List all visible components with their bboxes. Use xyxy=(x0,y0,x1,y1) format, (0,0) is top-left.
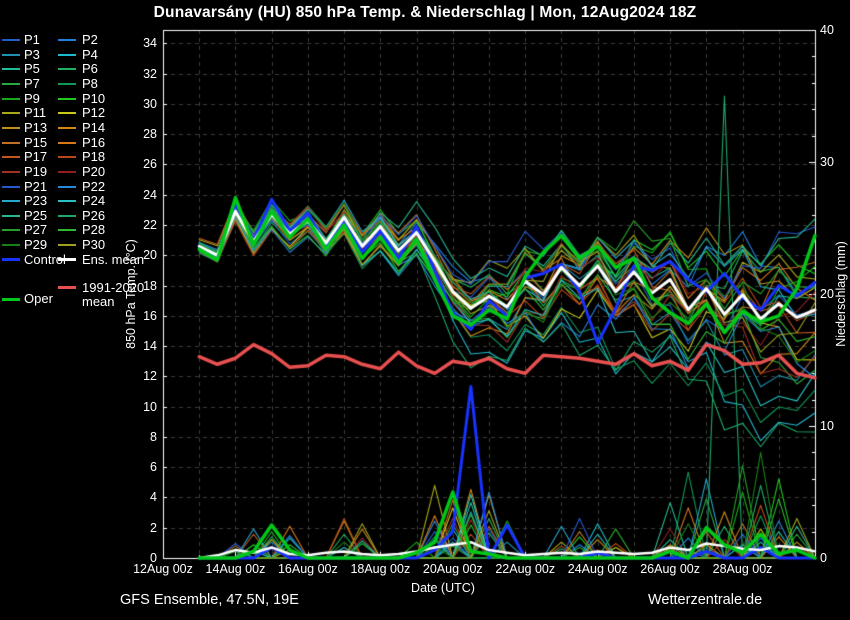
y-left-tick-label: 8 xyxy=(123,430,157,444)
legend-swatch-p21 xyxy=(2,186,20,188)
x-tick-label: 18Aug 00z xyxy=(350,562,410,576)
y-right-tick-label: 0 xyxy=(820,551,827,565)
legend-swatch-control xyxy=(2,258,20,261)
legend-swatch-p30 xyxy=(58,244,76,246)
legend-swatch-p13 xyxy=(2,127,20,129)
x-tick-label: 16Aug 00z xyxy=(278,562,338,576)
legend-label-p15: P15 xyxy=(24,136,47,150)
legend-label-p12: P12 xyxy=(82,106,105,120)
y-left-tick-label: 10 xyxy=(123,400,157,414)
legend-swatch-p29 xyxy=(2,244,20,246)
legend-swatch-p9 xyxy=(2,98,20,100)
y-right-tick-label: 40 xyxy=(820,23,834,37)
y-right-axis-title: Niederschlag (mm) xyxy=(834,241,848,347)
legend-label-p1: P1 xyxy=(24,33,40,47)
legend-swatch-p8 xyxy=(58,83,76,85)
footer-brand: Wetterzentrale.de xyxy=(648,592,762,608)
legend-label-p18: P18 xyxy=(82,150,105,164)
y-left-tick-label: 30 xyxy=(123,97,157,111)
legend-label-p4: P4 xyxy=(82,48,98,62)
legend-label-p20: P20 xyxy=(82,165,105,179)
y-left-tick-label: 0 xyxy=(123,551,157,565)
y-left-tick-label: 12 xyxy=(123,369,157,383)
legend-label-p14: P14 xyxy=(82,121,105,135)
legend-label-p21: P21 xyxy=(24,180,47,194)
legend-label-p6: P6 xyxy=(82,62,98,76)
y-left-tick-label: 26 xyxy=(123,157,157,171)
gfs-ensemble-chart: Dunavarsány (HU) 850 hPa Temp. & Nieders… xyxy=(0,0,850,620)
legend-swatch-p3 xyxy=(2,54,20,56)
x-tick-label: 28Aug 00z xyxy=(713,562,773,576)
footer-model-info: GFS Ensemble, 47.5N, 19E xyxy=(120,592,299,608)
y-right-tick-label: 10 xyxy=(820,419,834,433)
legend-label-p2: P2 xyxy=(82,33,98,47)
legend-label-p5: P5 xyxy=(24,62,40,76)
legend-label-p26: P26 xyxy=(82,209,105,223)
legend-label-p7: P7 xyxy=(24,77,40,91)
y-left-tick-label: 32 xyxy=(123,67,157,81)
legend-swatch-p11 xyxy=(2,112,20,114)
legend-swatch-p24 xyxy=(58,200,76,202)
legend-label-p11: P11 xyxy=(24,106,46,120)
legend-swatch-p25 xyxy=(2,215,20,217)
legend-label-p30: P30 xyxy=(82,238,105,252)
legend-swatch-p14 xyxy=(58,127,76,129)
legend-label-p16: P16 xyxy=(82,136,105,150)
legend-label-p13: P13 xyxy=(24,121,47,135)
legend-label-p29: P29 xyxy=(24,238,47,252)
x-axis-title: Date (UTC) xyxy=(411,581,475,595)
x-tick-label: 26Aug 00z xyxy=(640,562,700,576)
legend-swatch-p16 xyxy=(58,142,76,144)
legend-swatch-p26 xyxy=(58,215,76,217)
chart-title: Dunavarsány (HU) 850 hPa Temp. & Nieders… xyxy=(0,4,850,22)
x-tick-label: 22Aug 00z xyxy=(495,562,555,576)
legend-swatch-p20 xyxy=(58,171,76,173)
legend-swatch-p27 xyxy=(2,229,20,231)
legend-swatch-p28 xyxy=(58,229,76,231)
legend-swatch-oper xyxy=(2,298,20,301)
legend-label-oper: Oper xyxy=(24,292,53,306)
y-left-tick-label: 34 xyxy=(123,36,157,50)
y-left-tick-label: 4 xyxy=(123,490,157,504)
legend-swatch-p22 xyxy=(58,186,76,188)
legend-label-p10: P10 xyxy=(82,92,105,106)
y-left-axis-title: 850 hPa Temp. (°C) xyxy=(124,239,138,349)
x-tick-label: 20Aug 00z xyxy=(423,562,483,576)
legend-label-p28: P28 xyxy=(82,223,105,237)
legend-label-p24: P24 xyxy=(82,194,105,208)
legend-label-p19: P19 xyxy=(24,165,47,179)
y-right-tick-label: 20 xyxy=(820,287,834,301)
legend-label-p22: P22 xyxy=(82,180,105,194)
y-left-tick-label: 28 xyxy=(123,127,157,141)
legend-swatch-p10 xyxy=(58,98,76,100)
legend-swatch-1991-2020-mean xyxy=(58,286,76,289)
legend-swatch-p23 xyxy=(2,200,20,202)
legend-label-p23: P23 xyxy=(24,194,47,208)
legend-swatch-p4 xyxy=(58,54,76,56)
legend-swatch-p18 xyxy=(58,156,76,158)
legend-swatch-p19 xyxy=(2,171,20,173)
x-tick-label: 24Aug 00z xyxy=(568,562,628,576)
y-left-tick-label: 24 xyxy=(123,188,157,202)
y-right-tick-label: 30 xyxy=(820,155,834,169)
legend-label-p27: P27 xyxy=(24,223,47,237)
legend-swatch-p1 xyxy=(2,39,20,41)
legend-swatch-p5 xyxy=(2,68,20,70)
legend-swatch-ens-mean xyxy=(58,258,76,261)
legend-label-p8: P8 xyxy=(82,77,98,91)
legend-swatch-p7 xyxy=(2,83,20,85)
legend-swatch-p12 xyxy=(58,112,76,114)
legend-label-p9: P9 xyxy=(24,92,40,106)
y-left-tick-label: 6 xyxy=(123,460,157,474)
legend-label-p17: P17 xyxy=(24,150,47,164)
legend-label-p3: P3 xyxy=(24,48,40,62)
legend-swatch-p6 xyxy=(58,68,76,70)
y-left-tick-label: 2 xyxy=(123,521,157,535)
x-tick-label: 14Aug 00z xyxy=(206,562,266,576)
legend-swatch-p15 xyxy=(2,142,20,144)
legend-label-p25: P25 xyxy=(24,209,47,223)
y-left-tick-label: 22 xyxy=(123,218,157,232)
legend-swatch-p2 xyxy=(58,39,76,41)
legend-swatch-p17 xyxy=(2,156,20,158)
